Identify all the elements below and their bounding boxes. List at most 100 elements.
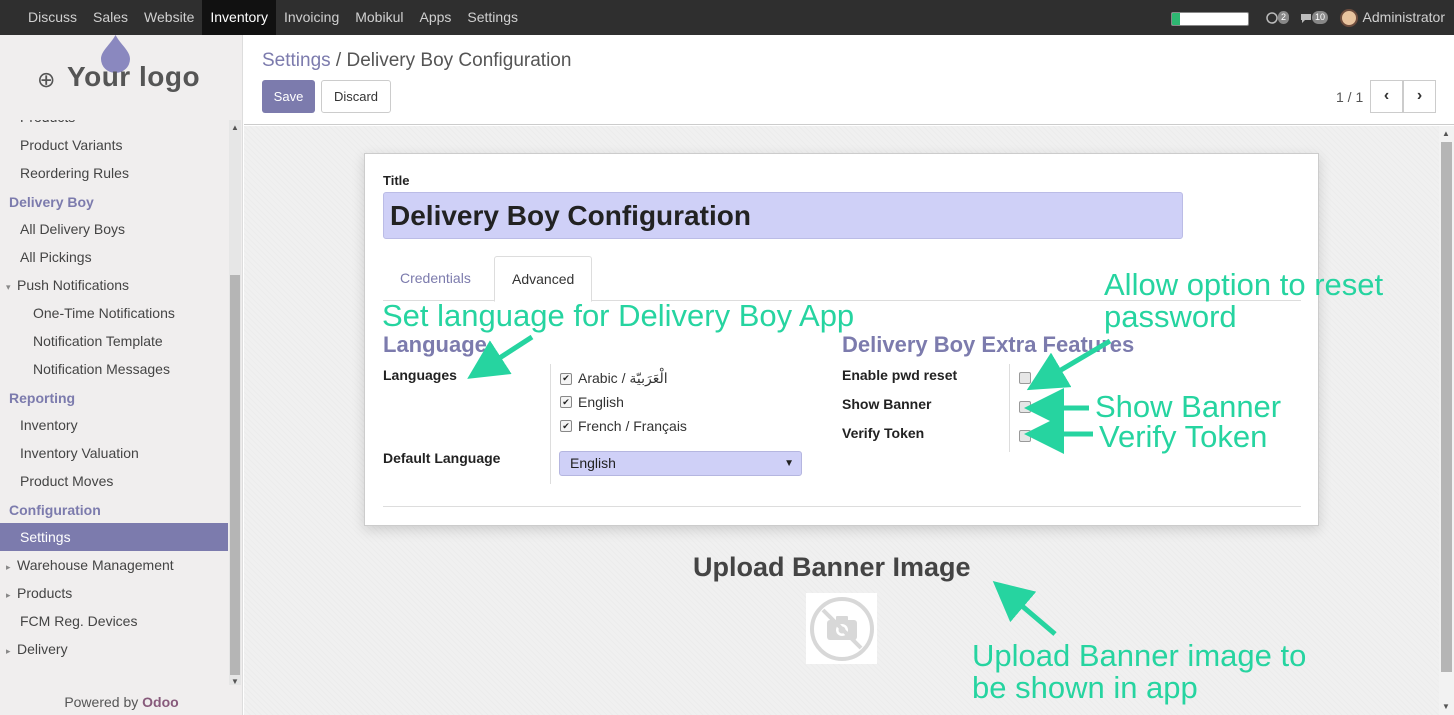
enable-pwd-reset-checkbox[interactable] [1019, 372, 1037, 384]
sidebar-scroll-thumb[interactable] [230, 275, 240, 675]
user-avatar [1339, 8, 1358, 27]
language-divider [550, 364, 551, 484]
language-section-title: Language [383, 332, 487, 357]
title-label: Title [383, 173, 410, 188]
sidebar-item-fcm-reg-devices[interactable]: FCM Reg. Devices [0, 607, 228, 635]
sidebar-item-settings[interactable]: Settings [0, 523, 228, 551]
sidebar-item-all-pickings[interactable]: All Pickings [0, 243, 228, 271]
sidebar-item-label: Configuration [9, 502, 101, 518]
language-option-arabic[interactable]: ✔ Arabic / الْعَرَبيّة [560, 370, 668, 387]
pager-previous-button[interactable]: ‹ [1370, 80, 1403, 113]
menu-apps[interactable]: Apps [411, 0, 459, 35]
comments-icon [1301, 13, 1311, 23]
language-option-french[interactable]: ✔ French / Français [560, 418, 687, 434]
show-banner-label: Show Banner [842, 396, 932, 412]
top-navbar: Discuss Sales Website Inventory Invoicin… [0, 0, 1454, 35]
main-scrollbar[interactable]: ▲ ▼ [1439, 126, 1454, 715]
default-language-select[interactable]: English ▼ [559, 451, 802, 476]
sidebar-item-inventory[interactable]: Inventory [0, 411, 228, 439]
sidebar-item-all-delivery-boys[interactable]: All Delivery Boys [0, 215, 228, 243]
control-panel: Settings / Delivery Boy Configuration Sa… [244, 35, 1454, 125]
no-image-camera-icon [809, 596, 874, 661]
breadcrumb-separator: / [330, 50, 347, 71]
sidebar-item-product-variants[interactable]: Product Variants [0, 131, 228, 159]
tab-advanced[interactable]: Advanced [494, 256, 593, 302]
language-option-english[interactable]: ✔ English [560, 394, 624, 410]
checkbox-checked-icon[interactable]: ✔ [560, 420, 572, 432]
show-banner-checkbox[interactable] [1019, 401, 1037, 413]
sidebar-item-label: Push Notifications [17, 277, 130, 293]
form-sheet: Title Delivery Boy Configuration Credent… [364, 153, 1319, 526]
verify-token-checkbox[interactable] [1019, 430, 1037, 442]
checkbox-checked-icon[interactable]: ✔ [560, 372, 572, 385]
menu-website[interactable]: Website [136, 0, 202, 35]
caret-right-icon[interactable]: ▸ [6, 637, 17, 665]
sidebar-item-notification-messages[interactable]: Notification Messages [0, 355, 228, 383]
menu-sales[interactable]: Sales [85, 0, 136, 35]
annotation-upload-line2: be shown in app [972, 670, 1198, 705]
checkbox-unchecked-icon[interactable] [1019, 430, 1031, 442]
checkbox-checked-icon[interactable]: ✔ [560, 396, 572, 408]
breadcrumb-current: Delivery Boy Configuration [346, 50, 572, 71]
save-button[interactable]: Save [262, 80, 315, 113]
scroll-up-icon[interactable]: ▲ [231, 123, 239, 132]
chevron-left-icon: ‹ [1383, 87, 1390, 104]
sidebar-item-one-time-notifications[interactable]: One-Time Notifications [0, 299, 228, 327]
powered-by-text: Powered by [64, 694, 139, 710]
sidebar-item-label: Reporting [9, 390, 76, 406]
user-menu[interactable]: Administrator [1339, 0, 1445, 35]
scroll-down-icon[interactable]: ▼ [231, 677, 239, 686]
breadcrumb-settings-link[interactable]: Settings [262, 50, 331, 71]
caret-down-icon[interactable]: ▾ [6, 273, 17, 301]
menu-invoicing[interactable]: Invoicing [276, 0, 347, 35]
sidebar-section-reporting: Reporting [0, 383, 228, 411]
checkbox-unchecked-icon[interactable] [1019, 401, 1031, 413]
powered-by: Powered by Odoo [0, 694, 242, 710]
sidebar-item-warehouse-management[interactable]: ▸ Warehouse Management [0, 551, 228, 579]
title-input[interactable]: Delivery Boy Configuration [383, 192, 1183, 239]
main-scroll-thumb[interactable] [1441, 142, 1452, 672]
odoo-link[interactable]: Odoo [142, 694, 179, 710]
pager-next-button[interactable]: › [1403, 80, 1436, 113]
annotation-verify-token: Verify Token [1099, 419, 1268, 454]
company-logo[interactable]: ⊕ Your logo [0, 35, 242, 120]
sidebar-item-delivery[interactable]: ▸ Delivery [0, 635, 228, 663]
sidebar-item-label: Notification Template [33, 333, 163, 349]
sidebar-scrollbar[interactable]: ▲ ▼ [229, 120, 241, 686]
annotation-upload-line1: Upload Banner image to [972, 638, 1307, 673]
main-scroll-down-icon[interactable]: ▼ [1442, 702, 1450, 711]
discard-button[interactable]: Discard [321, 80, 391, 113]
chevron-right-icon: › [1416, 87, 1423, 104]
language-option-label: French / Français [578, 418, 687, 434]
sidebar-item-label: Product Moves [20, 473, 114, 489]
enable-pwd-reset-label: Enable pwd reset [842, 367, 958, 383]
messages-icon[interactable]: 10 [1300, 9, 1329, 26]
menu-discuss[interactable]: Discuss [20, 0, 85, 35]
pager-value: 1 / 1 [1336, 89, 1364, 105]
language-option-label: English [578, 394, 624, 410]
main-scroll-up-icon[interactable]: ▲ [1442, 129, 1450, 138]
sidebar-item-label: Products [17, 585, 73, 601]
banner-image-upload[interactable] [806, 593, 877, 664]
menu-settings[interactable]: Settings [459, 0, 526, 35]
checkbox-unchecked-icon[interactable] [1019, 372, 1031, 384]
sidebar-item-label: Warehouse Management [17, 557, 174, 573]
sidebar-item-products[interactable]: ▸ Products [0, 579, 228, 607]
sidebar-item-notification-template[interactable]: Notification Template [0, 327, 228, 355]
sidebar-item-reordering-rules[interactable]: Reordering Rules [0, 159, 228, 187]
sidebar-item-product-moves[interactable]: Product Moves [0, 467, 228, 495]
sidebar-item-label: Notification Messages [33, 361, 170, 377]
caret-right-icon[interactable]: ▸ [6, 581, 17, 609]
menu-mobikul[interactable]: Mobikul [347, 0, 411, 35]
sidebar-section-delivery-boy: Delivery Boy [0, 187, 228, 215]
tab-credentials[interactable]: Credentials [383, 256, 488, 301]
languages-label: Languages [383, 367, 457, 383]
sidebar-item-inventory-valuation[interactable]: Inventory Valuation [0, 439, 228, 467]
caret-right-icon[interactable]: ▸ [6, 553, 17, 581]
chat-icon[interactable]: 2 [1266, 9, 1290, 26]
caret-down-icon: ▼ [784, 458, 794, 469]
sidebar-item-label: One-Time Notifications [33, 305, 175, 321]
menu-inventory[interactable]: Inventory [202, 0, 276, 35]
sidebar-item-push-notifications[interactable]: ▾ Push Notifications [0, 271, 228, 299]
annotation-reset-line2: password [1104, 299, 1237, 334]
